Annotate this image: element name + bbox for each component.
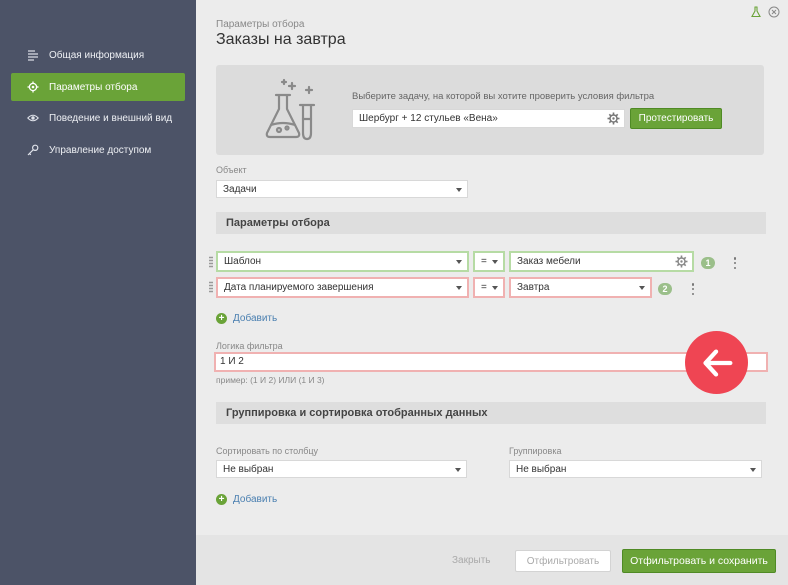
flasks-illustration-icon (265, 78, 316, 141)
flask-icon[interactable] (750, 6, 762, 18)
grouping-section-header: Группировка и сортировка отобранных данн… (216, 402, 766, 424)
test-button[interactable]: Протестировать (630, 108, 722, 129)
plus-icon: + (216, 494, 227, 505)
sidebar: Общая информация Параметры отбора Поведе… (0, 0, 196, 585)
condition-value-value: Заказ мебели (517, 256, 581, 267)
window-controls (750, 6, 780, 18)
condition-field-select[interactable]: Дата планируемого завершения (216, 277, 469, 298)
group-label: Группировка (509, 446, 562, 456)
condition-field-select[interactable]: Шаблон (216, 251, 469, 272)
condition-value-select[interactable]: Завтра (509, 277, 652, 298)
drag-handle-icon[interactable] (209, 281, 213, 293)
object-select-value: Задачи (223, 184, 257, 195)
breadcrumb: Параметры отбора (216, 19, 305, 30)
sidebar-item-label: Поведение и внешний вид (49, 112, 173, 124)
gear-icon[interactable] (607, 112, 620, 125)
filter-logic-value: 1 И 2 (220, 356, 244, 367)
chevron-down-icon (456, 188, 462, 192)
main-panel: Параметры отбора Заказы на завтра Выбери… (196, 0, 788, 585)
chevron-down-icon (492, 260, 498, 264)
arrow-left-icon (685, 331, 748, 394)
gear-icon[interactable] (675, 255, 688, 268)
task-select-value: Шербург + 12 стульев «Вена» (359, 113, 498, 124)
task-select[interactable]: Шербург + 12 стульев «Вена» (352, 109, 625, 128)
logic-label: Логика фильтра (216, 341, 283, 351)
page-title: Заказы на завтра (216, 31, 346, 48)
sidebar-item-behavior[interactable]: Поведение и внешний вид (11, 104, 185, 132)
close-button[interactable]: Закрыть (452, 555, 491, 566)
gear-icon (27, 81, 39, 93)
condition-value-select[interactable]: Заказ мебели (509, 251, 694, 272)
list-icon (27, 49, 39, 61)
eye-icon (27, 112, 39, 124)
condition-number-badge: 1 (701, 257, 715, 269)
sidebar-item-general-info[interactable]: Общая информация (11, 41, 185, 69)
chevron-down-icon (455, 468, 461, 472)
sort-column-select[interactable]: Не выбран (216, 460, 467, 478)
sort-column-value: Не выбран (223, 464, 274, 475)
logic-example: пример: (1 И 2) ИЛИ (1 И 3) (216, 375, 325, 385)
close-icon[interactable] (768, 6, 780, 18)
sidebar-item-label: Параметры отбора (49, 81, 138, 93)
object-select[interactable]: Задачи (216, 180, 468, 198)
more-vertical-icon[interactable] (691, 283, 695, 295)
condition-value-value: Завтра (517, 282, 550, 293)
sidebar-item-filter-params[interactable]: Параметры отбора (11, 73, 185, 101)
grouping-value: Не выбран (516, 464, 567, 475)
condition-number-badge: 2 (658, 283, 672, 295)
drag-handle-icon[interactable] (209, 256, 213, 268)
test-panel: Выберите задачу, на которой вы хотите пр… (216, 65, 764, 155)
filter-section-header: Параметры отбора (216, 212, 766, 234)
condition-operator-value: = (481, 256, 487, 267)
condition-field-value: Шаблон (224, 256, 262, 267)
key-icon (27, 144, 39, 156)
condition-operator-select[interactable]: = (473, 251, 505, 272)
add-condition-label: Добавить (233, 313, 278, 324)
sidebar-item-label: Управление доступом (49, 144, 152, 156)
chevron-down-icon (492, 286, 498, 290)
condition-operator-select[interactable]: = (473, 277, 505, 298)
filter-button[interactable]: Отфильтровать (515, 550, 611, 572)
add-sort-link[interactable]: + Добавить (216, 494, 277, 505)
footer: Закрыть Отфильтровать Отфильтровать и со… (196, 535, 788, 585)
condition-operator-value: = (481, 282, 487, 293)
grouping-select[interactable]: Не выбран (509, 460, 762, 478)
sidebar-item-label: Общая информация (49, 49, 145, 61)
sort-label: Сортировать по столбцу (216, 446, 319, 456)
more-vertical-icon[interactable] (733, 257, 737, 269)
add-condition-link[interactable]: + Добавить (216, 313, 277, 324)
chevron-down-icon (456, 260, 462, 264)
test-hint: Выберите задачу, на которой вы хотите пр… (352, 91, 655, 102)
plus-icon: + (216, 313, 227, 324)
chevron-down-icon (639, 286, 645, 290)
chevron-down-icon (750, 468, 756, 472)
filter-and-save-button[interactable]: Отфильтровать и сохранить (622, 549, 776, 573)
chevron-down-icon (456, 286, 462, 290)
condition-field-value: Дата планируемого завершения (224, 282, 374, 293)
sidebar-item-access[interactable]: Управление доступом (11, 136, 185, 164)
add-sort-label: Добавить (233, 494, 278, 505)
object-label: Объект (216, 165, 247, 175)
